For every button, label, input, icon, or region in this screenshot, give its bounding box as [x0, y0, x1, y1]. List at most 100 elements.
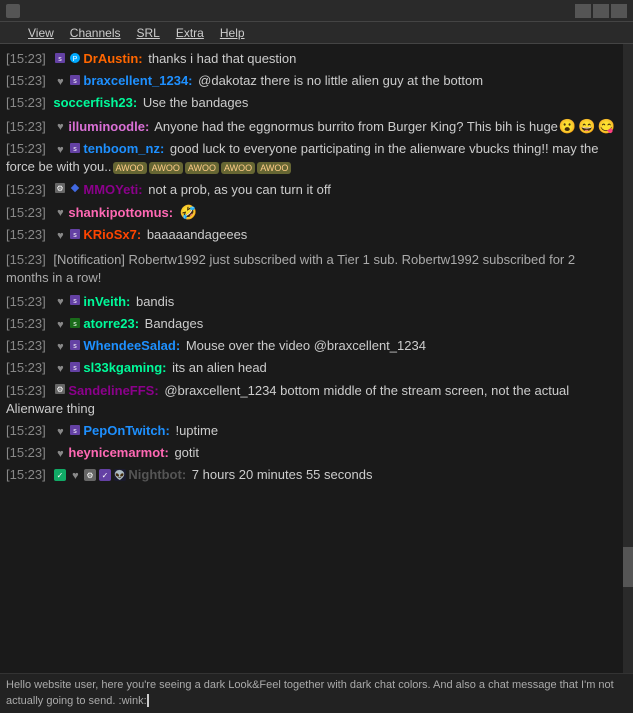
- chat-line: [15:23] ♥satorre23: Bandages: [6, 313, 619, 335]
- username: sl33kgaming:: [83, 360, 166, 375]
- timestamp: [15:23]: [6, 445, 46, 460]
- svg-text:s: s: [74, 321, 78, 328]
- username: illuminoodle:: [68, 119, 149, 134]
- minimize-button[interactable]: [575, 4, 591, 18]
- timestamp: [15:23]: [6, 383, 46, 398]
- svg-text:👽: 👽: [115, 469, 126, 480]
- menu-bar: View Channels SRL Extra Help: [0, 22, 633, 44]
- svg-text:⚙: ⚙: [57, 184, 64, 193]
- chat-line: [15:23] ⚙ MMOYeti: not a prob, as you can…: [6, 179, 619, 201]
- window-controls: [575, 4, 627, 18]
- svg-text:⚙: ⚙: [87, 471, 94, 480]
- awoo-emote: AWOO: [185, 162, 219, 175]
- awoo-emote: AWOO: [113, 162, 147, 175]
- chat-line: [15:23] ♥illuminoodle: Anyone had the eg…: [6, 115, 619, 139]
- awoo-emote: AWOO: [257, 162, 291, 175]
- emote-icon: 😮: [559, 118, 576, 134]
- chat-line: [15:23] ♥shankipottomus: 🤣: [6, 201, 619, 225]
- chat-messages[interactable]: [15:23] s P DrAustin: thanks i had that qu…: [0, 44, 623, 673]
- menu-channels[interactable]: Channels: [62, 24, 129, 42]
- maximize-button[interactable]: [593, 4, 609, 18]
- menu-main[interactable]: [4, 31, 20, 35]
- awoo-emote: AWOO: [221, 162, 255, 175]
- message-text: thanks i had that question: [148, 51, 296, 66]
- username: shankipottomus:: [68, 205, 173, 220]
- notification-text: [Notification] Robertw1992 just subscrib…: [6, 252, 575, 285]
- message-text: !uptime: [175, 423, 218, 438]
- info-bar: Hello website user, here you're seeing a…: [0, 673, 633, 713]
- timestamp: [15:23]: [6, 338, 46, 353]
- message-text: gotit: [174, 445, 199, 460]
- title-bar-left: [6, 4, 25, 18]
- svg-text:s: s: [74, 365, 78, 372]
- chat-line: [15:23] ♥ssl33kgaming: its an alien head: [6, 357, 619, 379]
- timestamp: [15:23]: [6, 467, 46, 482]
- message-text: @dakotaz there is no little alien guy at…: [198, 73, 483, 88]
- svg-text:s: s: [74, 343, 78, 350]
- message-text: its an alien head: [172, 360, 267, 375]
- timestamp: [15:23]: [6, 227, 46, 242]
- username: WhendeeSalad:: [83, 338, 180, 353]
- scrollbar-thumb[interactable]: [623, 547, 633, 587]
- message-text: not a prob, as you can turn it off: [148, 182, 331, 197]
- message-text: Bandages: [145, 316, 204, 331]
- message-text: baaaaandageees: [147, 227, 248, 242]
- username: KRioSx7:: [83, 227, 141, 242]
- username: heynicemarmot:: [68, 445, 168, 460]
- timestamp: [15:23]: [6, 423, 46, 438]
- chat-line: [15:23] ♥sKRioSx7: baaaaandageees: [6, 224, 619, 246]
- app-icon: [6, 4, 20, 18]
- chat-line: [15:23] ♥stenboom_nz: good luck to every…: [6, 138, 619, 178]
- awoo-emote: AWOO: [149, 162, 183, 175]
- menu-help[interactable]: Help: [212, 24, 253, 42]
- username: tenboom_nz:: [83, 141, 164, 156]
- username: braxcellent_1234:: [83, 73, 192, 88]
- chat-line: [15:23] ♥sinVeith: bandis: [6, 291, 619, 313]
- close-button[interactable]: [611, 4, 627, 18]
- timestamp: [15:23]: [6, 182, 46, 197]
- svg-text:P: P: [73, 56, 78, 63]
- timestamp: [15:23]: [6, 360, 46, 375]
- emote-icon: 🤣: [180, 204, 197, 220]
- message-text: bandis: [136, 294, 174, 309]
- message-text: Anyone had the eggnormus burrito from Bu…: [154, 119, 558, 134]
- timestamp: [15:23]: [6, 73, 46, 88]
- svg-text:✓: ✓: [102, 471, 109, 480]
- scrollbar[interactable]: [623, 44, 633, 673]
- username: soccerfish23:: [53, 95, 137, 110]
- chat-line: [15:23] ♥sPepOnTwitch: !uptime: [6, 420, 619, 442]
- svg-text:s: s: [74, 146, 78, 153]
- username: PepOnTwitch:: [83, 423, 169, 438]
- svg-text:s: s: [74, 298, 78, 305]
- chat-line: [15:23] ✓♥⚙✓👽Nightbot: 7 hours 20 minute…: [6, 464, 619, 486]
- username: DrAustin:: [83, 51, 142, 66]
- chat-line: [15:23] ⚙SandelineFFS: @braxcellent_1234…: [6, 380, 619, 420]
- timestamp: [15:23]: [6, 252, 46, 267]
- svg-text:⚙: ⚙: [57, 385, 64, 394]
- menu-view[interactable]: View: [20, 24, 62, 42]
- title-bar: [0, 0, 633, 22]
- chat-line: [15:23] sPDrAustin: thanks i had that qu…: [6, 48, 619, 70]
- svg-text:s: s: [59, 56, 63, 63]
- info-text: Hello website user, here you're seeing a…: [6, 679, 614, 706]
- emote-icon: 😄: [578, 118, 595, 134]
- username: Nightbot:: [128, 467, 186, 482]
- menu-extra[interactable]: Extra: [168, 24, 212, 42]
- chat-line: [15:23] [Notification] Robertw1992 just …: [6, 247, 619, 291]
- chat-line: [15:23] ♥sbraxcellent_1234: @dakotaz the…: [6, 70, 619, 92]
- timestamp: [15:23]: [6, 141, 46, 156]
- message-text: 7 hours 20 minutes 55 seconds: [192, 467, 373, 482]
- svg-text:s: s: [74, 78, 78, 85]
- username: MMOYeti:: [83, 182, 142, 197]
- menu-srl[interactable]: SRL: [129, 24, 168, 42]
- username: inVeith:: [83, 294, 130, 309]
- timestamp: [15:23]: [6, 119, 46, 134]
- svg-text:s: s: [74, 428, 78, 435]
- text-cursor: [147, 694, 149, 707]
- timestamp: [15:23]: [6, 294, 46, 309]
- message-text: Use the bandages: [143, 95, 249, 110]
- chat-line: [15:23] ♥heynicemarmot: gotit: [6, 442, 619, 464]
- username: atorre23:: [83, 316, 139, 331]
- emote-icon: 😋: [598, 118, 615, 134]
- svg-text:s: s: [74, 232, 78, 239]
